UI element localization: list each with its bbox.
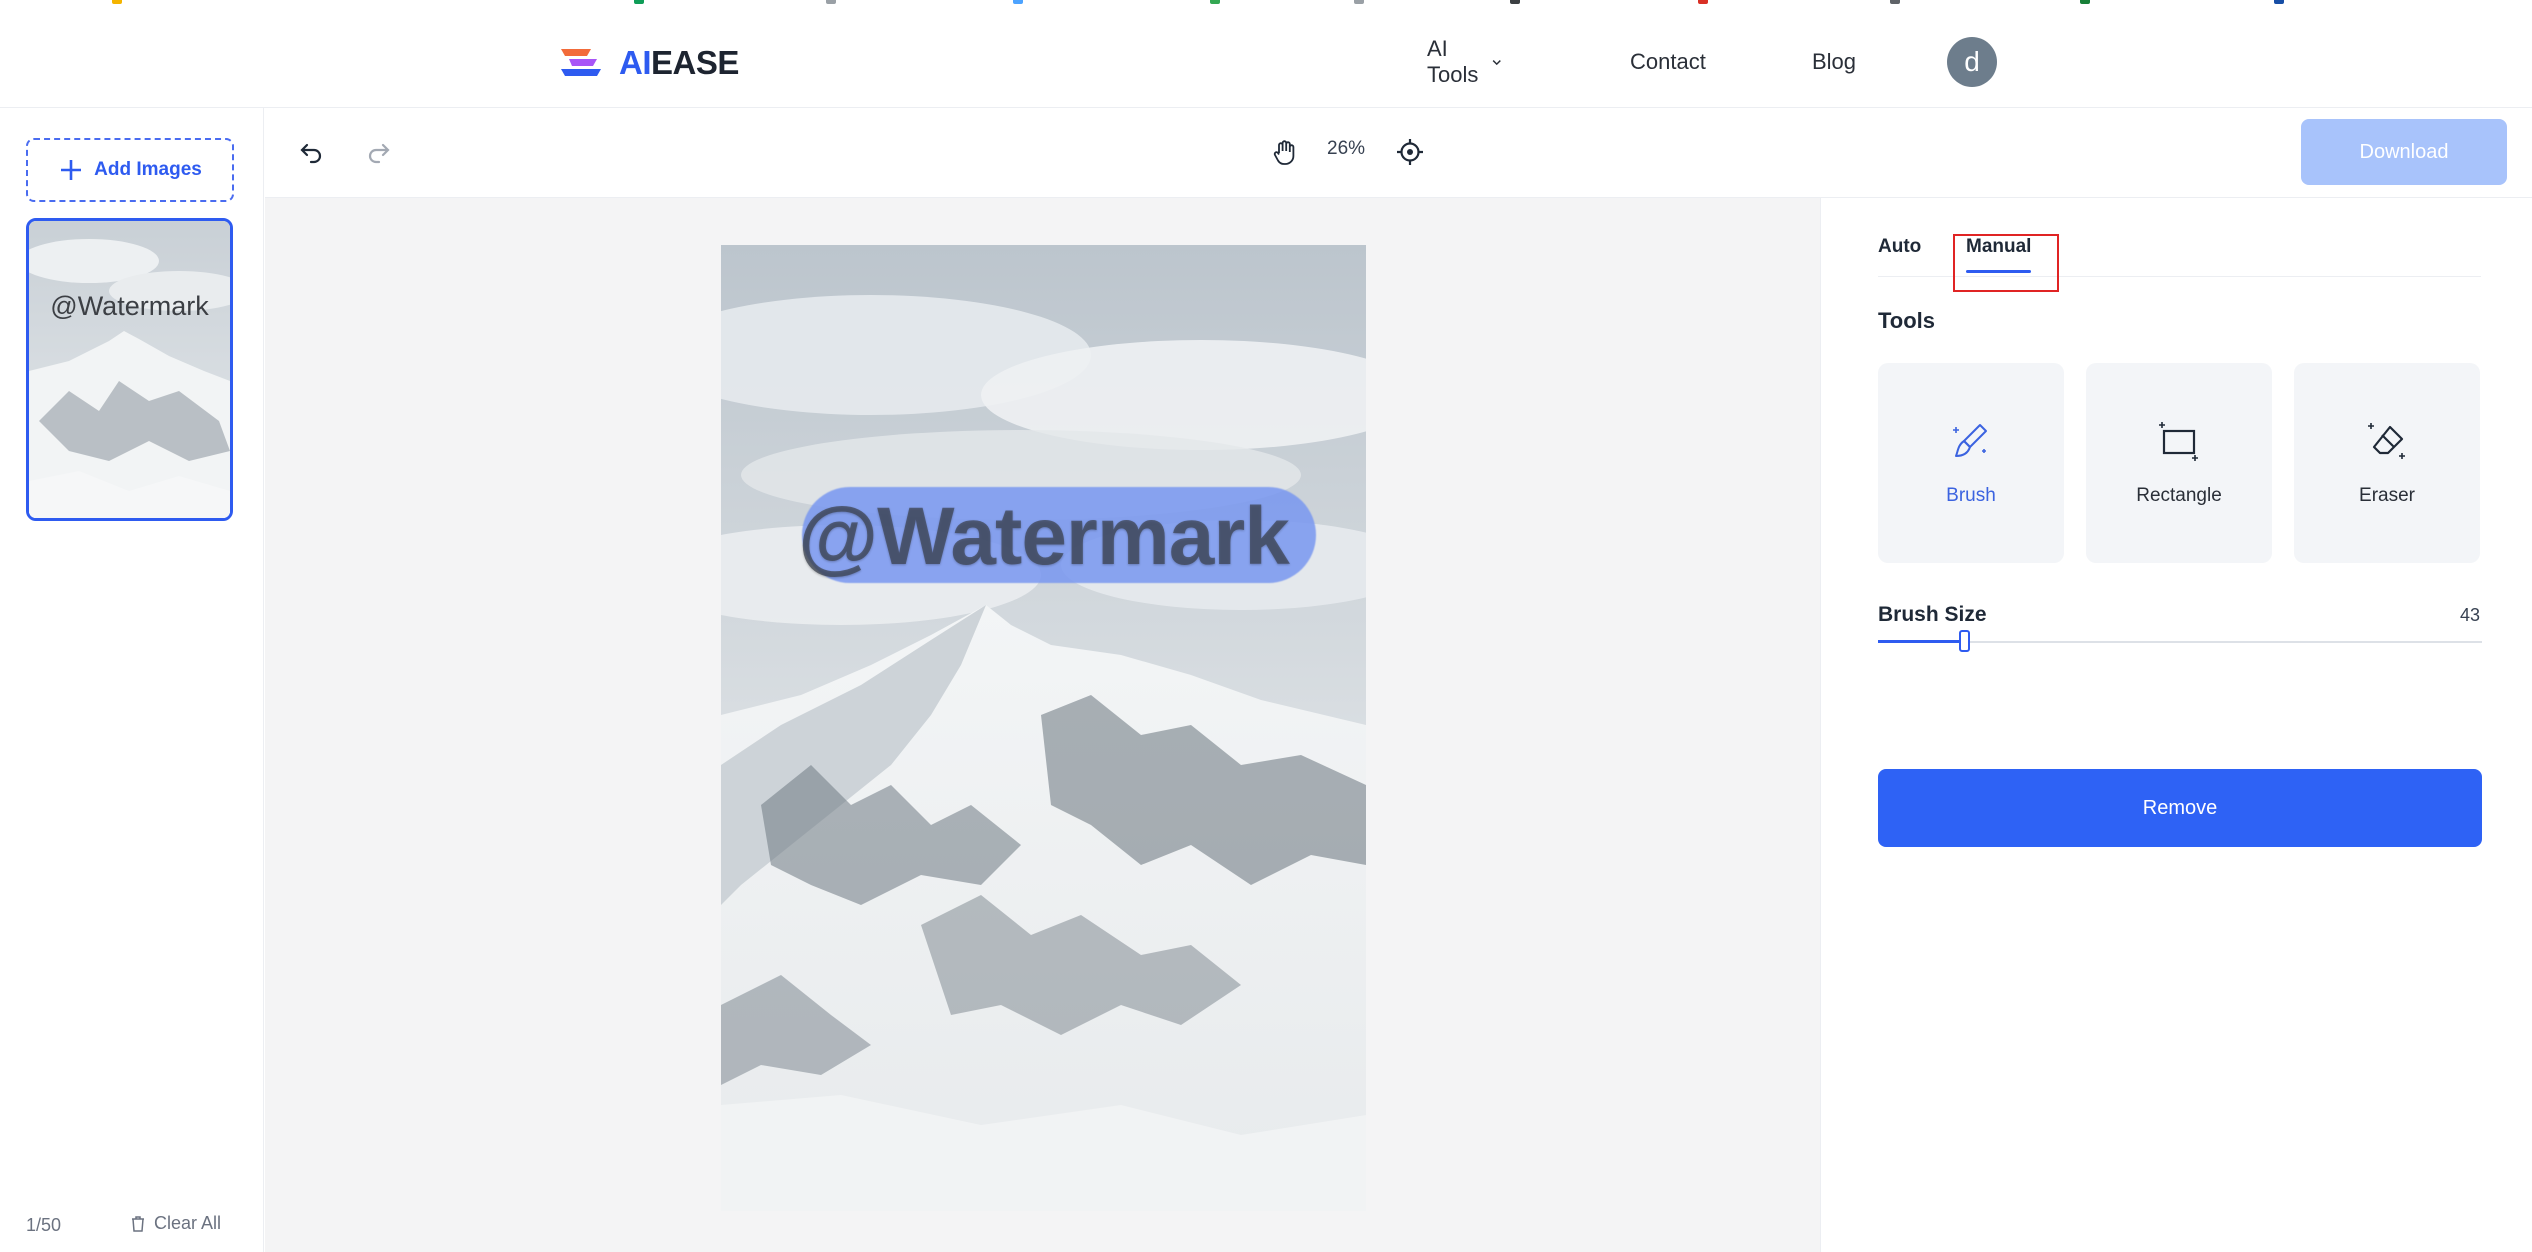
browser-bookmark-strip <box>0 0 2532 4</box>
hand-icon[interactable] <box>1267 134 1303 170</box>
brush-size-title: Brush Size <box>1878 603 1987 626</box>
recenter-icon[interactable] <box>1392 134 1428 170</box>
tools-title: Tools <box>1878 308 1936 333</box>
logo-text-ease: EASE <box>651 44 739 81</box>
mountain-photo <box>721 245 1366 1211</box>
eraser-icon <box>2368 423 2405 459</box>
brush-size-slider-fill <box>1878 640 1965 643</box>
editor-toolbar: 26% Download <box>265 108 2532 198</box>
zoom-level: 26% <box>1327 138 1366 159</box>
user-avatar[interactable]: d <box>1947 37 1997 87</box>
brush-tool-label: Brush <box>1946 485 1996 506</box>
tool-panel: Auto Manual Tools Brush Rectangle Eraser… <box>1820 198 2532 1252</box>
redo-icon[interactable] <box>361 134 397 170</box>
top-navigation-bar: AIEASE AI Tools Contact Blog d <box>0 0 2532 108</box>
add-images-button[interactable]: Add Images <box>26 138 234 202</box>
rectangle-icon <box>2159 422 2198 461</box>
trash-icon <box>132 1215 144 1232</box>
eraser-tool-label: Eraser <box>2359 485 2415 506</box>
rectangle-tool-button[interactable]: Rectangle <box>2086 363 2272 563</box>
clear-all-label: Clear All <box>154 1213 222 1233</box>
brush-icon <box>1953 424 1987 457</box>
clear-all-button[interactable]: Clear All <box>130 1213 221 1234</box>
tab-auto[interactable]: Auto <box>1878 236 1921 258</box>
rectangle-tool-label: Rectangle <box>2136 485 2222 506</box>
thumbnail-mountain-image <box>29 221 230 518</box>
aiease-logo[interactable]: AIEASE <box>557 44 739 82</box>
nav-ai-tools[interactable]: AI Tools <box>1427 36 1502 88</box>
brush-size-slider-thumb[interactable] <box>1959 630 1971 652</box>
logo-text-ai: AI <box>619 44 652 81</box>
eraser-tool-button[interactable]: Eraser <box>2294 363 2480 563</box>
editor-canvas[interactable]: @Watermark <box>265 198 1820 1252</box>
remove-button[interactable]: Remove <box>1878 769 2482 847</box>
logo-mark-icon <box>561 49 601 76</box>
chevron-down-icon <box>1492 60 1501 66</box>
watermark-text: @Watermark <box>798 491 1290 582</box>
nav-ai-tools-label: AI Tools <box>1427 36 1479 87</box>
add-images-label: Add Images <box>94 159 202 180</box>
download-button[interactable]: Download <box>2301 119 2507 185</box>
nav-contact[interactable]: Contact <box>1630 49 1706 75</box>
image-count: 1/50 <box>26 1215 62 1235</box>
undo-icon[interactable] <box>293 134 329 170</box>
plus-icon <box>61 160 82 180</box>
brush-size-value: 43 <box>2459 605 2480 625</box>
nav-blog[interactable]: Blog <box>1812 49 1856 75</box>
brush-tool-button[interactable]: Brush <box>1878 363 2064 563</box>
image-list-sidebar: Add Images @Watermark 1/50 Clear All <box>0 108 264 1252</box>
image-thumbnail[interactable]: @Watermark <box>26 218 233 521</box>
manual-tab-highlight-box <box>1953 234 2059 292</box>
working-image[interactable]: @Watermark <box>721 245 1366 1211</box>
thumbnail-watermark-text: @Watermark <box>50 291 209 321</box>
